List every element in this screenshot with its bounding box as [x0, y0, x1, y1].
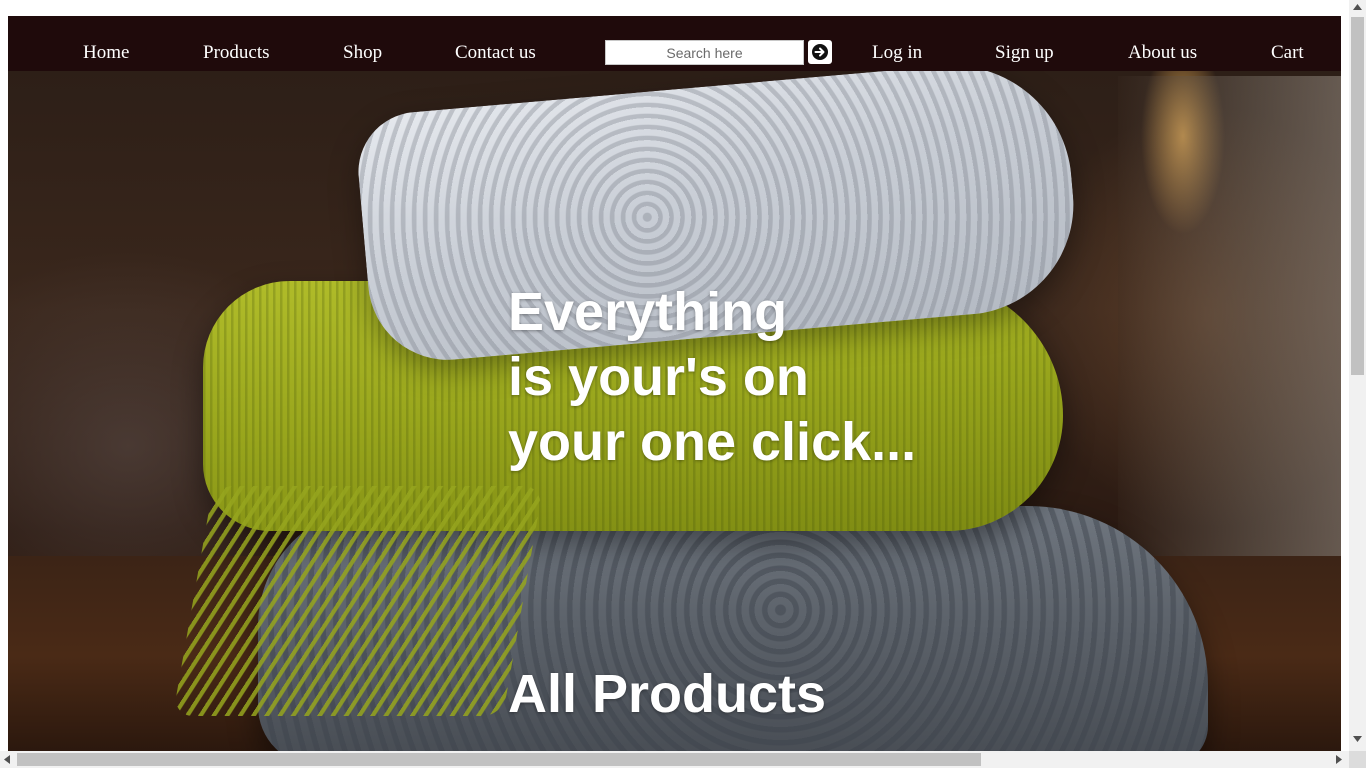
- hero-heading-line: is your's on: [508, 347, 809, 407]
- scrollbar-corner: [1349, 751, 1366, 768]
- nav-link-shop[interactable]: Shop: [343, 41, 382, 65]
- nav-link-signup[interactable]: Sign up: [995, 41, 1054, 65]
- horizontal-scrollbar[interactable]: [0, 751, 1349, 768]
- nav-link-about[interactable]: About us: [1128, 41, 1197, 65]
- hero-heading-line: Everything: [508, 282, 788, 342]
- scroll-left-arrow-icon[interactable]: [4, 755, 10, 764]
- horizontal-scrollbar-thumb[interactable]: [17, 753, 981, 766]
- scarf-fringe-image: [172, 486, 544, 716]
- nav-link-cart[interactable]: Cart: [1271, 41, 1304, 65]
- nav-link-contact[interactable]: Contact us: [455, 41, 536, 65]
- page-viewport: Home Products Shop Contact us Log in Sig…: [8, 16, 1341, 751]
- hero-heading: Everything is your's on your one click..…: [508, 280, 1028, 475]
- nav-link-home[interactable]: Home: [83, 41, 129, 65]
- arrow-right-icon: [812, 44, 828, 60]
- top-navbar: Home Products Shop Contact us Log in Sig…: [8, 16, 1341, 71]
- vertical-scrollbar-thumb[interactable]: [1351, 17, 1364, 375]
- search-input[interactable]: [605, 40, 804, 65]
- hero-background-wall: [1118, 76, 1341, 596]
- nav-link-products[interactable]: Products: [203, 41, 270, 65]
- scroll-right-arrow-icon[interactable]: [1336, 755, 1342, 764]
- scroll-up-arrow-icon[interactable]: [1353, 4, 1362, 10]
- scroll-down-arrow-icon[interactable]: [1353, 736, 1362, 742]
- search-submit-button[interactable]: [808, 40, 832, 64]
- vertical-scrollbar[interactable]: [1349, 0, 1366, 751]
- nav-link-login[interactable]: Log in: [872, 41, 922, 65]
- all-products-title: All Products: [508, 664, 827, 724]
- hero-heading-line: your one click...: [508, 412, 917, 472]
